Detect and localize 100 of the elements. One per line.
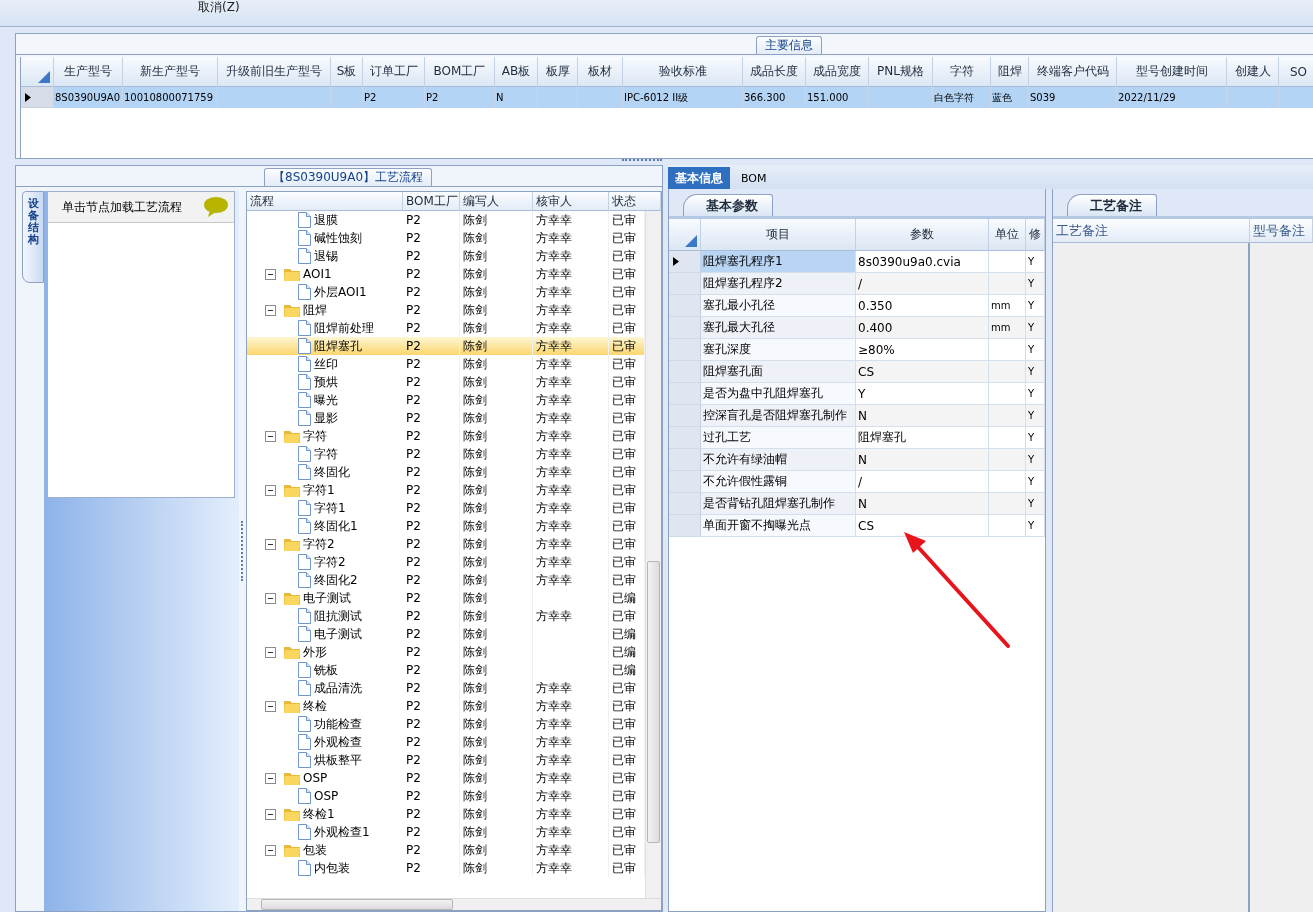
row-indicator[interactable] [669,251,701,273]
tree-row[interactable]: 丝印 P2 陈剑 方幸幸 已审 [247,355,645,373]
tree-row[interactable]: 字符1 P2 陈剑 方幸幸 已审 [247,481,645,499]
table-cell: 陈剑 [463,625,487,643]
side-tab[interactable]: 设备结构 [22,191,44,283]
tree-row[interactable]: 阻焊塞孔 P2 陈剑 方幸幸 已审 [247,337,645,355]
column-header[interactable]: 终端客户代码 [1029,57,1117,87]
column-header[interactable]: 项目 [701,219,856,251]
column-header[interactable]: 阻焊 [991,57,1029,87]
tab[interactable]: 基本信息 [668,167,730,189]
tab[interactable]: 基本参数 [683,194,773,216]
column-header[interactable]: 字符 [933,57,991,87]
horizontal-scrollbar[interactable] [247,898,661,910]
column-header[interactable]: 生产型号 [54,57,123,87]
tree-row[interactable]: 预烘 P2 陈剑 方幸幸 已审 [247,373,645,391]
tree-row[interactable]: OSP P2 陈剑 方幸幸 已审 [247,769,645,787]
collapse-icon[interactable] [265,592,276,604]
tree-node-label: 阻焊 [303,301,327,319]
tree-row[interactable]: 字符 P2 陈剑 方幸幸 已审 [247,427,645,445]
tree-row[interactable]: 外观检查 P2 陈剑 方幸幸 已审 [247,733,645,751]
column-header[interactable]: BOM工厂 [403,192,460,211]
tree-row[interactable]: 终固化1 P2 陈剑 方幸幸 已审 [247,517,645,535]
scrollbar-thumb[interactable] [647,561,660,843]
tree-row[interactable]: 终检 P2 陈剑 方幸幸 已审 [247,697,645,715]
column-header[interactable]: 核审人 [533,192,609,211]
tree-row[interactable]: 烘板整平 P2 陈剑 方幸幸 已审 [247,751,645,769]
tree-row[interactable]: 碱性蚀刻 P2 陈剑 方幸幸 已审 [247,229,645,247]
tree-row[interactable]: 阻焊 P2 陈剑 方幸幸 已审 [247,301,645,319]
column-header[interactable]: BOM工厂 [425,57,495,87]
column-header[interactable]: S板 [331,57,363,87]
column-header[interactable]: 编写人 [460,192,533,211]
column-header[interactable]: 新生产型号 [123,57,218,87]
collapse-icon[interactable] [265,700,276,712]
tree-row[interactable]: OSP P2 陈剑 方幸幸 已审 [247,787,645,805]
column-header[interactable]: SO [1279,57,1313,87]
collapse-icon[interactable] [265,538,276,550]
tab[interactable]: 工艺备注 [1067,194,1157,216]
tree-row[interactable]: 字符 P2 陈剑 方幸幸 已审 [247,445,645,463]
column-header[interactable]: 单位 [989,219,1026,251]
collapse-icon[interactable] [265,646,276,658]
collapse-icon[interactable] [265,484,276,496]
collapse-icon[interactable] [265,808,276,820]
table-cell: 阻焊塞孔 [856,427,989,449]
tree-row[interactable]: 电子测试 P2 陈剑 已编 [247,589,645,607]
tree-row[interactable]: 退锡 P2 陈剑 方幸幸 已审 [247,247,645,265]
tree-row[interactable]: 曝光 P2 陈剑 方幸幸 已审 [247,391,645,409]
tree-row[interactable]: AOI1 P2 陈剑 方幸幸 已审 [247,265,645,283]
column-header[interactable]: 创建人 [1227,57,1279,87]
collapse-icon[interactable] [265,772,276,784]
column-header[interactable]: AB板 [495,57,538,87]
tree-row[interactable]: 终检1 P2 陈剑 方幸幸 已审 [247,805,645,823]
tree-row[interactable]: 成品清洗 P2 陈剑 方幸幸 已审 [247,679,645,697]
column-header[interactable]: 订单工厂 [363,57,425,87]
column-header[interactable]: 修 [1026,219,1045,251]
table-cell: 陈剑 [463,769,487,787]
tree-row[interactable]: 字符2 P2 陈剑 方幸幸 已审 [247,535,645,553]
column-header[interactable]: 板材 [578,57,623,87]
column-header[interactable]: 升级前旧生产型号 [218,57,331,87]
column-header[interactable]: 状态 [609,192,661,211]
table-cell: 方幸幸 [536,805,572,823]
tree-row[interactable]: 功能检查 P2 陈剑 方幸幸 已审 [247,715,645,733]
vertical-scrollbar[interactable] [645,211,661,898]
table-cell: P2 [406,555,421,569]
tree-row[interactable]: 退膜 P2 陈剑 方幸幸 已审 [247,211,645,229]
tree-row[interactable]: 外层AOI1 P2 陈剑 方幸幸 已审 [247,283,645,301]
tree-row[interactable]: 字符1 P2 陈剑 方幸幸 已审 [247,499,645,517]
collapse-icon[interactable] [265,844,276,856]
column-header[interactable]: 成品长度 [743,57,806,87]
tree-row[interactable]: 阻抗测试 P2 陈剑 方幸幸 已审 [247,607,645,625]
table-cell: 陈剑 [463,715,487,733]
splitter-grip[interactable] [240,521,245,581]
table-row[interactable]: 8S0390U9A0 10010800071759 P2 P2 N IPC-6012 II级 366.300 151.000 白色字符 蓝色 S039 2022/11/29 [21,87,1313,108]
tree-row[interactable]: 铣板 P2 陈剑 已编 [247,661,645,679]
column-header[interactable]: 型号创建时间 [1117,57,1227,87]
scrollbar-thumb[interactable] [261,899,453,910]
column-header[interactable]: 成品宽度 [806,57,869,87]
collapse-icon[interactable] [265,430,276,442]
tree-row[interactable]: 外形 P2 陈剑 已编 [247,643,645,661]
tree-row[interactable]: 电子测试 P2 陈剑 已编 [247,625,645,643]
table-cell: 陈剑 [463,301,487,319]
column-header[interactable]: PNL规格 [869,57,933,87]
tree-row[interactable]: 内包装 P2 陈剑 方幸幸 已审 [247,859,645,877]
tree-row[interactable]: 终固化2 P2 陈剑 方幸幸 已审 [247,571,645,589]
tree-row[interactable]: 外观检查1 P2 陈剑 方幸幸 已审 [247,823,645,841]
tree-node-label: 碱性蚀刻 [314,229,362,247]
tree-node-label: 字符2 [314,553,346,571]
column-header[interactable]: 板厚 [538,57,578,87]
collapse-icon[interactable] [265,268,276,280]
tab[interactable]: BOM [734,167,774,189]
column-header[interactable]: 验收标准 [623,57,743,87]
tree-row[interactable]: 包装 P2 陈剑 方幸幸 已审 [247,841,645,859]
column-header[interactable]: 流程 [247,192,403,211]
tree-row[interactable]: 终固化 P2 陈剑 方幸幸 已审 [247,463,645,481]
cancel-button[interactable]: 取消(Z) [190,0,248,14]
tree-row[interactable]: 字符2 P2 陈剑 方幸幸 已审 [247,553,645,571]
column-header[interactable]: 型号备注 [1250,219,1313,243]
column-header[interactable]: 工艺备注 [1053,219,1250,243]
column-header[interactable]: 参数 [856,219,989,251]
collapse-icon[interactable] [265,304,276,316]
tree-row[interactable]: 显影 P2 陈剑 方幸幸 已审 [247,409,645,427]
